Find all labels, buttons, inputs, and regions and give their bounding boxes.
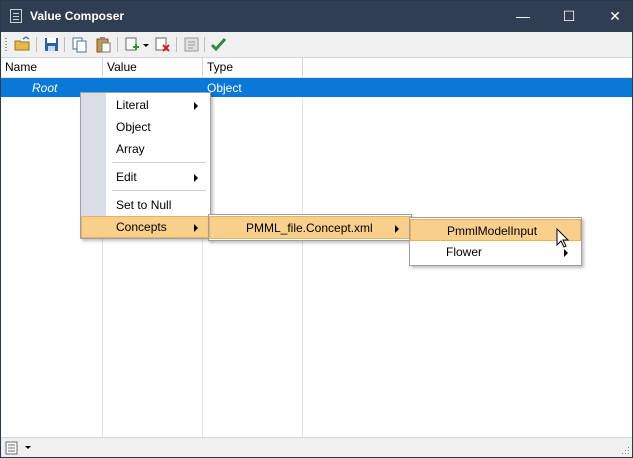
menu-item-label: Edit xyxy=(116,170,137,184)
view-dropdown-icon[interactable] xyxy=(24,444,32,452)
open-icon[interactable] xyxy=(14,36,31,53)
concepts-submenu: PMML_file.Concept.xml xyxy=(208,214,412,241)
column-divider xyxy=(302,77,303,437)
row-type: Object xyxy=(207,81,242,95)
app-icon xyxy=(10,9,22,23)
menu-item-concepts[interactable]: Concepts xyxy=(81,216,210,238)
row-name: Root xyxy=(32,81,58,95)
menu-item-label: Set to Null xyxy=(116,198,172,212)
mouse-cursor-icon xyxy=(556,228,570,248)
apply-check-icon[interactable] xyxy=(210,36,227,53)
properties-icon[interactable] xyxy=(183,36,200,53)
menu-item-set-to-null[interactable]: Set to Null xyxy=(81,194,210,216)
toolbar-separator xyxy=(176,37,177,52)
menu-item-label: Literal xyxy=(116,98,149,112)
window-title: Value Composer xyxy=(30,9,125,23)
menu-item-label: PMML_file.Concept.xml xyxy=(246,221,373,235)
close-button[interactable]: ✕ xyxy=(592,1,632,32)
toolbar-separator xyxy=(36,37,37,52)
save-icon[interactable] xyxy=(43,36,60,53)
value-composer-window: Value Composer — ☐ ✕ Name Value Type Roo… xyxy=(0,0,633,458)
menu-item-label: Concepts xyxy=(116,220,167,234)
add-item-dropdown-icon[interactable] xyxy=(142,36,150,53)
view-icon[interactable] xyxy=(5,441,19,455)
menu-item-label: Flower xyxy=(446,245,483,259)
toolbar-separator xyxy=(64,37,65,52)
toolbar xyxy=(1,32,632,58)
submenu-arrow-icon xyxy=(194,102,198,110)
maximize-button[interactable]: ☐ xyxy=(546,1,592,32)
add-item-icon[interactable] xyxy=(124,36,141,53)
submenu-arrow-icon xyxy=(564,249,568,257)
menu-separator xyxy=(112,162,206,163)
status-bar xyxy=(1,437,632,457)
menu-item-literal[interactable]: Literal xyxy=(81,94,210,116)
menu-item-edit[interactable]: Edit xyxy=(81,166,210,188)
toolbar-separator xyxy=(117,37,118,52)
submenu-arrow-icon xyxy=(194,174,198,182)
toolbar-grip[interactable] xyxy=(5,38,7,51)
column-header-type[interactable]: Type xyxy=(203,58,303,77)
menu-item-label: Array xyxy=(116,142,145,156)
copy-icon[interactable] xyxy=(71,36,88,53)
submenu-arrow-icon xyxy=(395,225,399,233)
title-bar[interactable]: Value Composer — ☐ ✕ xyxy=(1,1,632,32)
grid-header: Name Value Type xyxy=(1,58,632,78)
delete-item-icon[interactable] xyxy=(154,36,171,53)
menu-item-label: Object xyxy=(116,120,151,134)
column-header-value[interactable]: Value xyxy=(103,58,203,77)
menu-item-object[interactable]: Object xyxy=(81,116,210,138)
minimize-button[interactable]: — xyxy=(500,1,546,32)
toolbar-separator xyxy=(204,37,205,52)
paste-icon[interactable] xyxy=(95,36,112,53)
menu-item-pmml-file-concept[interactable]: PMML_file.Concept.xml xyxy=(209,216,411,239)
context-menu: Literal Object Array Edit Set to Null Co… xyxy=(80,92,211,239)
menu-item-array[interactable]: Array xyxy=(81,138,210,160)
submenu-arrow-icon xyxy=(194,224,198,232)
menu-separator xyxy=(112,190,206,191)
column-header-name[interactable]: Name xyxy=(1,58,103,77)
menu-item-label: PmmlModelInput xyxy=(447,224,538,238)
resize-grip-icon[interactable] xyxy=(620,445,630,455)
